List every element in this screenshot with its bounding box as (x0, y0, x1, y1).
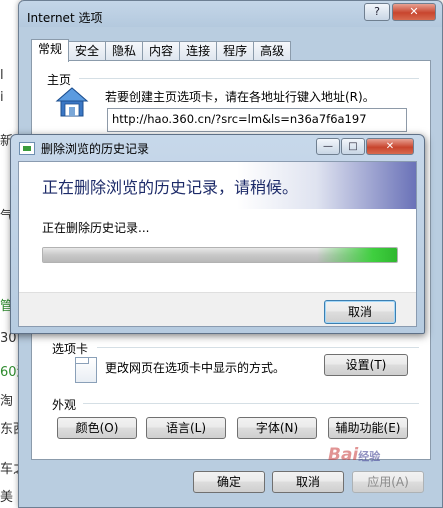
ok-button[interactable]: 确定 (193, 471, 265, 493)
group-divider (97, 347, 419, 348)
delete-dialog-close-button[interactable]: ✕ (366, 138, 414, 155)
tab-connections[interactable]: 连接 (179, 41, 218, 61)
tabs-group-label: 选项卡 (52, 342, 89, 356)
tab-advanced[interactable]: 高级 (253, 41, 292, 61)
tab-strip: 常规 安全 隐私 内容 连接 程序 高级 (31, 39, 292, 62)
delete-dialog-title: 删除浏览的历史记录 (41, 142, 150, 156)
watermark-suffix: 经验 (358, 450, 381, 463)
homepage-description: 若要创建主页选项卡，请在各地址行键入地址(R)。 (105, 90, 375, 104)
close-button[interactable]: ✕ (392, 3, 436, 21)
watermark-text: Bai (328, 445, 359, 465)
tab-security[interactable]: 安全 (68, 41, 107, 61)
delete-dialog-heading: 正在删除浏览的历史记录，请稍候。 (42, 178, 299, 197)
delete-status-text: 正在删除历史记录... (42, 221, 150, 235)
apply-button[interactable]: 应用(A) (352, 471, 424, 493)
delete-cancel-button[interactable]: 取消 (324, 300, 396, 324)
tab-programs[interactable]: 程序 (216, 41, 255, 61)
minimize-button[interactable]: — (316, 138, 340, 155)
home-icon (55, 87, 89, 117)
maximize-button[interactable]: □ (341, 138, 365, 155)
cancel-button[interactable]: 取消 (272, 471, 344, 493)
appearance-group-label: 外观 (52, 398, 77, 412)
progress-fill (43, 248, 397, 262)
window-icon (19, 142, 35, 155)
delete-progress-bar (42, 247, 398, 263)
colors-button[interactable]: 颜色(O) (57, 417, 137, 439)
tabs-settings-button[interactable]: 设置(T) (324, 354, 408, 376)
help-button[interactable]: ? (364, 3, 390, 21)
accessibility-button[interactable]: 辅助功能(E) (328, 417, 408, 439)
homepage-address-field[interactable]: http://hao.360.cn/?src=lm&ls=n36a7f6a197 (107, 108, 407, 132)
tabs-icon (75, 357, 97, 383)
tab-general[interactable]: 常规 (31, 39, 70, 62)
delete-history-dialog: 删除浏览的历史记录 — □ ✕ 正在删除浏览的历史记录，请稍候。 正在删除历史记… (10, 134, 425, 334)
delete-dialog-header: 正在删除浏览的历史记录，请稍候。 (19, 162, 416, 209)
watermark: Bai经验 (328, 445, 380, 465)
dialog-title: Internet 选项 (27, 11, 103, 25)
tabs-description: 更改网页在选项卡中显示的方式。 (105, 361, 286, 375)
delete-dialog-content: 正在删除浏览的历史记录，请稍候。 正在删除历史记录... 取消 (18, 161, 417, 327)
tab-content[interactable]: 内容 (142, 41, 181, 61)
tab-privacy[interactable]: 隐私 (105, 41, 144, 61)
delete-dialog-body: 正在删除历史记录... (19, 209, 416, 293)
languages-button[interactable]: 语言(L) (146, 417, 226, 439)
fonts-button[interactable]: 字体(N) (237, 417, 317, 439)
group-divider (83, 403, 419, 404)
group-divider (79, 78, 419, 79)
